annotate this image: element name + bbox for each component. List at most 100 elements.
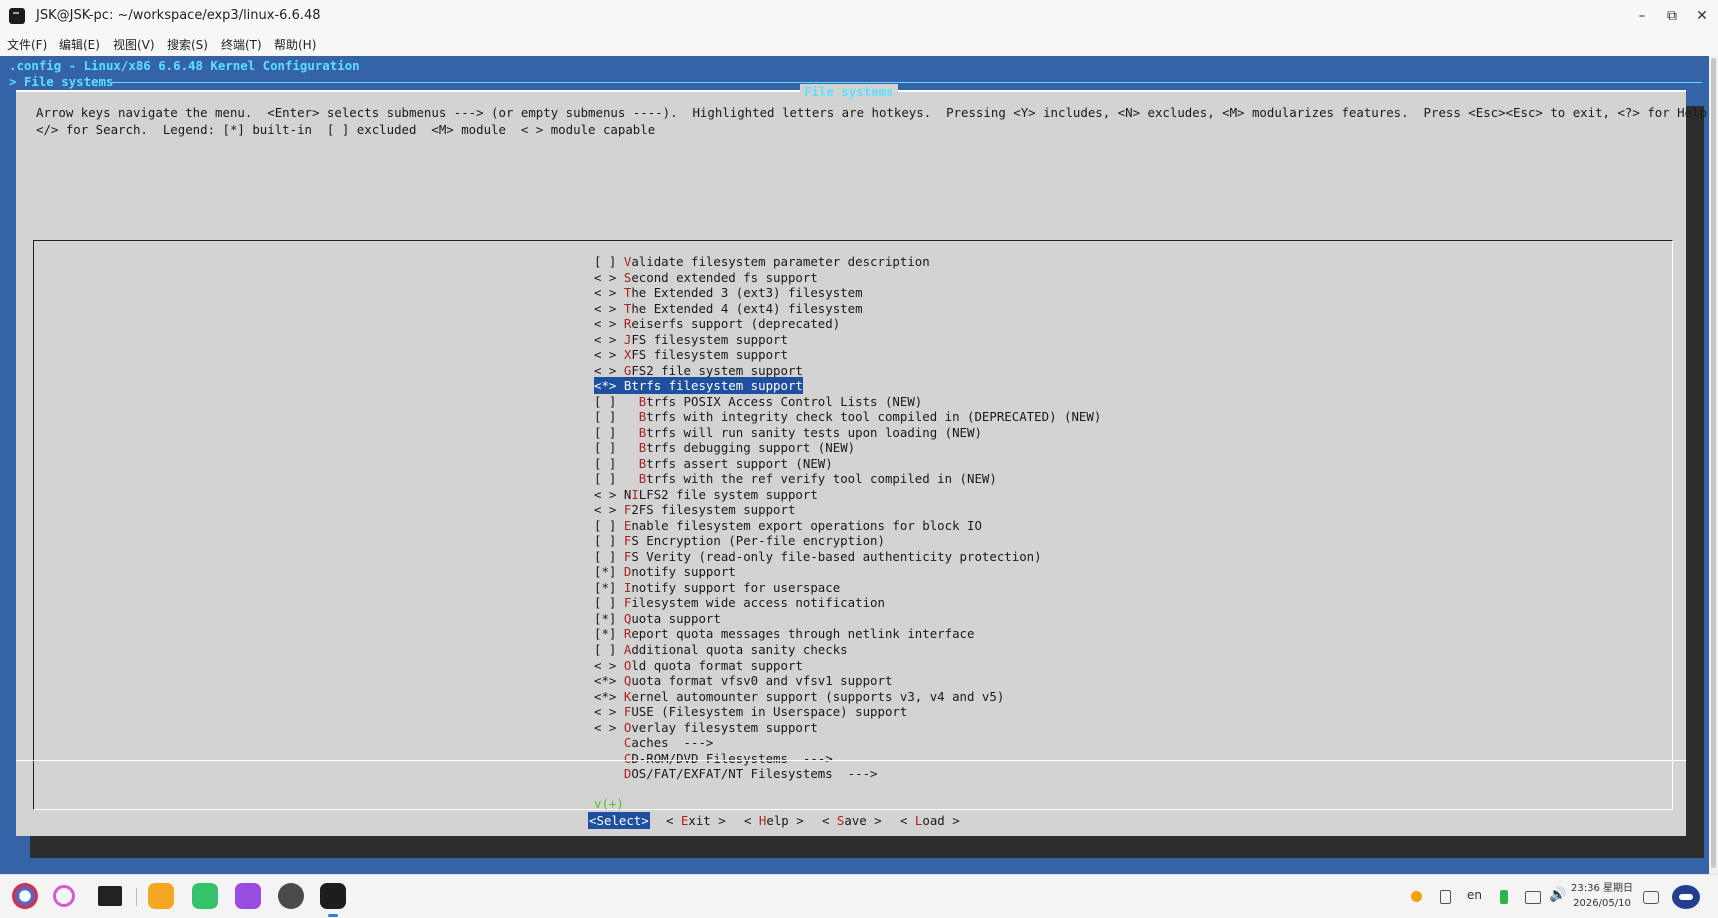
- status-dot-icon[interactable]: [1411, 891, 1422, 902]
- menu-item-label: notify support for userspace: [631, 579, 841, 595]
- menu-item[interactable]: [*] Dnotify support: [594, 563, 736, 580]
- terminal-icon[interactable]: [320, 883, 346, 909]
- menu-item[interactable]: < > The Extended 3 (ext3) filesystem: [594, 284, 863, 301]
- menu-item[interactable]: [*] Inotify support for userspace: [594, 579, 840, 596]
- menu-item-prefix: <*>: [594, 688, 624, 704]
- menu-item-label: trfs with integrity check tool compiled …: [646, 409, 1102, 425]
- menu-file[interactable]: 文件(F): [7, 36, 47, 53]
- menu-item-label: uota support: [631, 610, 721, 626]
- menu-item[interactable]: [ ] Btrfs debugging support (NEW): [594, 439, 855, 456]
- menu-item[interactable]: [ ] Additional quota sanity checks: [594, 641, 848, 658]
- menu-edit[interactable]: 编辑(E): [59, 36, 100, 53]
- button-separator: [16, 760, 1686, 761]
- terminal-area[interactable]: .config - Linux/x86 6.6.48 Kernel Config…: [0, 56, 1714, 874]
- menu-item[interactable]: [ ] Btrfs assert support (NEW): [594, 455, 833, 472]
- menu-item[interactable]: [ ] Validate filesystem parameter descri…: [594, 253, 930, 270]
- menu-view[interactable]: 视图(V): [113, 36, 155, 53]
- menu-item-label: uota format vfsv0 and vfsv1 support: [631, 673, 893, 689]
- minimize-button[interactable]: –: [1630, 6, 1654, 26]
- menu-item[interactable]: < > NILFS2 file system support: [594, 486, 818, 503]
- menu-item[interactable]: <*> Quota format vfsv0 and vfsv1 support: [594, 672, 892, 689]
- menu-item-prefix: [ ]: [594, 409, 639, 425]
- menu-terminal[interactable]: 终端(T): [221, 36, 262, 53]
- menu-item[interactable]: [ ] Filesystem wide access notification: [594, 594, 885, 611]
- menu-item-prefix: < >: [594, 704, 624, 720]
- menu-item[interactable]: DOS/FAT/EXFAT/NT Filesystems --->: [594, 765, 878, 782]
- help-button[interactable]: < Help >: [744, 812, 804, 829]
- menu-item-prefix: [594, 750, 624, 767]
- close-button[interactable]: ✕: [1690, 6, 1714, 26]
- menu-item[interactable]: Caches --->: [594, 734, 714, 751]
- settings-icon[interactable]: [278, 883, 304, 909]
- menu-item-prefix: [ ]: [594, 517, 624, 533]
- assistant-icon[interactable]: [1672, 885, 1700, 909]
- select-button[interactable]: <Select>: [588, 812, 650, 829]
- menu-item-label: eport quota messages through netlink int…: [631, 626, 975, 642]
- button-bracket: <: [666, 813, 681, 828]
- menu-item[interactable]: [ ] FS Verity (read-only file-based auth…: [594, 548, 1042, 565]
- menu-item-label: trfs assert support (NEW): [646, 455, 833, 471]
- multitask-icon[interactable]: [98, 886, 122, 906]
- menu-item[interactable]: [*] Quota support: [594, 610, 721, 627]
- terminal-scrollbar[interactable]: [1709, 56, 1718, 874]
- notification-icon[interactable]: [1643, 891, 1659, 904]
- taskbar: en 🔊 23:36 星期日 2026/05/10: [0, 874, 1718, 918]
- volume-icon[interactable]: 🔊: [1549, 887, 1566, 903]
- menu-item[interactable]: < > Old quota format support: [594, 657, 803, 674]
- menu-item-prefix: [ ]: [594, 440, 639, 456]
- clock[interactable]: 23:36 星期日 2026/05/10: [1568, 881, 1636, 911]
- restore-button[interactable]: ⧉: [1660, 6, 1684, 26]
- menu-item-label: aches --->: [631, 735, 714, 751]
- menu-item[interactable]: [ ] Btrfs with integrity check tool comp…: [594, 408, 1101, 425]
- menu-item-prefix: < >: [594, 657, 624, 673]
- menu-item-prefix: [ ]: [594, 642, 624, 657]
- battery-icon[interactable]: [1500, 890, 1508, 904]
- clock-date: 2026/05/10: [1573, 898, 1631, 909]
- exit-button[interactable]: < Exit >: [666, 812, 726, 829]
- search-icon[interactable]: [53, 885, 75, 907]
- menu-item-label: FS filesystem support: [631, 347, 788, 363]
- files-icon[interactable]: [148, 883, 174, 909]
- menu-item[interactable]: < > F2FS filesystem support: [594, 501, 795, 518]
- menu-item[interactable]: CD-ROM/DVD Filesystems --->: [594, 750, 833, 767]
- menu-item-prefix: [594, 765, 624, 782]
- button-bracket: <: [744, 813, 759, 828]
- menu-item[interactable]: < > Overlay filesystem support: [594, 719, 818, 736]
- menu-item-prefix: < >: [594, 269, 624, 285]
- menu-item-label: LFS2 file system support: [638, 486, 818, 502]
- menu-item[interactable]: < > JFS filesystem support: [594, 331, 788, 348]
- camera-icon[interactable]: [235, 883, 261, 909]
- menu-item[interactable]: < > XFS filesystem support: [594, 346, 788, 363]
- menu-item-label: FS filesystem support: [631, 331, 788, 347]
- menu-item-hotkey: I: [631, 486, 639, 502]
- menu-item[interactable]: [ ] Enable filesystem export operations …: [594, 517, 982, 534]
- button-bracket: <: [900, 813, 915, 828]
- menu-item-prefix: < >: [594, 331, 624, 347]
- menu-item[interactable]: < > GFS2 file system support: [594, 362, 803, 379]
- network-icon[interactable]: [1525, 891, 1541, 904]
- menu-item-prefix: [ ]: [594, 424, 639, 440]
- input-language[interactable]: en: [1467, 888, 1482, 902]
- menu-item[interactable]: < > Reiserfs support (deprecated): [594, 315, 840, 332]
- menu-item[interactable]: [ ] Btrfs with the ref verify tool compi…: [594, 470, 997, 487]
- menu-item[interactable]: [ ] FS Encryption (Per-file encryption): [594, 532, 885, 549]
- scrollbar-thumb[interactable]: [1711, 58, 1716, 868]
- menu-item[interactable]: < > FUSE (Filesystem in Userspace) suppo…: [594, 703, 907, 720]
- menu-item[interactable]: [ ] Btrfs POSIX Access Control Lists (NE…: [594, 393, 922, 410]
- menu-item-prefix: [*]: [594, 610, 624, 626]
- menu-item[interactable]: < > The Extended 4 (ext4) filesystem: [594, 300, 863, 317]
- chat-icon[interactable]: [192, 883, 218, 909]
- config-title: .config - Linux/x86 6.6.48 Kernel Config…: [9, 58, 360, 73]
- menu-item[interactable]: [ ] Btrfs will run sanity tests upon loa…: [594, 424, 982, 441]
- menu-item-label: nable filesystem export operations for b…: [631, 517, 982, 533]
- save-button[interactable]: < Save >: [822, 812, 882, 829]
- launcher-icon[interactable]: [12, 883, 38, 909]
- menu-help[interactable]: 帮助(H): [274, 36, 316, 53]
- menu-search[interactable]: 搜索(S): [167, 36, 208, 53]
- load-button[interactable]: < Load >: [900, 812, 960, 829]
- menu-item[interactable]: [*] Report quota messages through netlin…: [594, 625, 974, 642]
- clipboard-icon[interactable]: [1440, 890, 1451, 904]
- menu-item[interactable]: <*> Btrfs filesystem support: [594, 377, 803, 395]
- menu-item[interactable]: <*> Kernel automounter support (supports…: [594, 688, 1004, 705]
- menu-item[interactable]: < > Second extended fs support: [594, 269, 818, 286]
